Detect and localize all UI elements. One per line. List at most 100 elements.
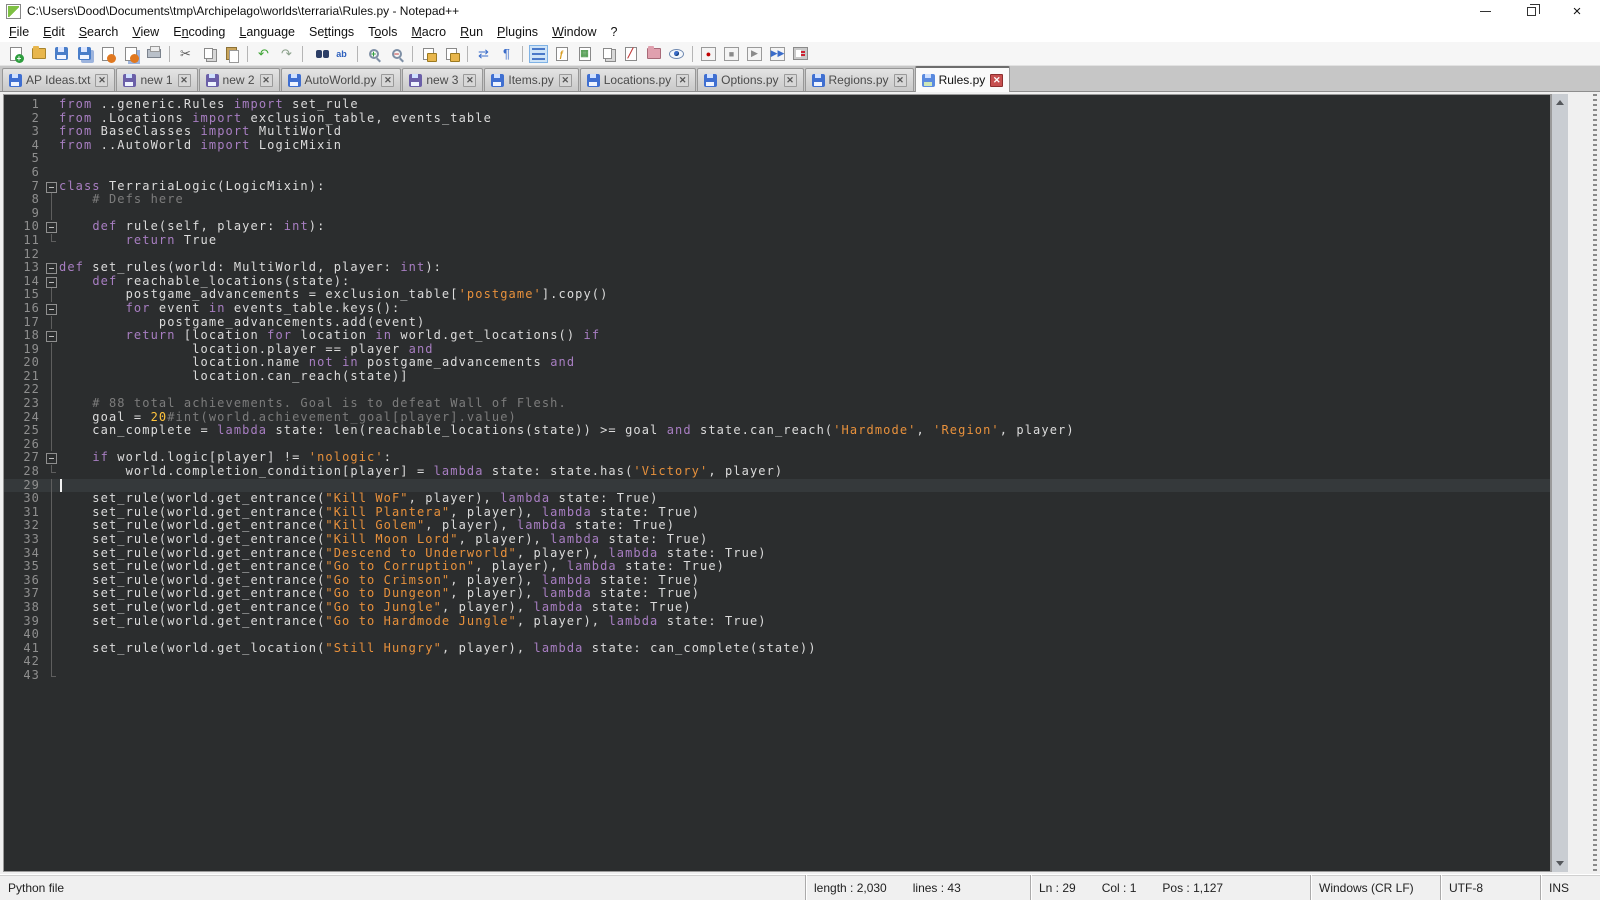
menu-?[interactable]: ?	[604, 23, 625, 41]
tab-new-3[interactable]: new 3✕	[402, 68, 483, 91]
tab-close-icon[interactable]: ✕	[178, 74, 191, 87]
print-icon[interactable]	[144, 45, 163, 63]
code-line-36[interactable]: 36 set_rule(world.get_entrance("Go to Cr…	[4, 574, 1550, 588]
code-line-41[interactable]: 41 set_rule(world.get_location("Still Hu…	[4, 642, 1550, 656]
save-all-icon[interactable]	[75, 45, 94, 63]
sync-horizontal-scroll-icon[interactable]	[442, 45, 461, 63]
code-line-31[interactable]: 31 set_rule(world.get_entrance("Kill Pla…	[4, 506, 1550, 520]
code-line-42[interactable]: 42	[4, 655, 1550, 669]
tab-close-icon[interactable]: ✕	[894, 74, 907, 87]
tab-close-icon[interactable]: ✕	[990, 74, 1003, 87]
fold-collapse-icon[interactable]	[44, 302, 59, 316]
fold-collapse-icon[interactable]	[44, 220, 59, 234]
macro-play-icon[interactable]: ▶	[745, 45, 764, 63]
status-eol-format[interactable]: Windows (CR LF)	[1310, 875, 1440, 900]
code-line-38[interactable]: 38 set_rule(world.get_entrance("Go to Ju…	[4, 601, 1550, 615]
fold-collapse-icon[interactable]	[44, 180, 59, 194]
macro-record-icon[interactable]: ●	[699, 45, 718, 63]
code-line-9[interactable]: 9	[4, 207, 1550, 221]
menu-settings[interactable]: Settings	[302, 23, 361, 41]
restore-button[interactable]	[1508, 0, 1554, 22]
tab-regions-py[interactable]: Regions.py✕	[805, 68, 914, 91]
menu-file[interactable]: File	[2, 23, 36, 41]
show-all-chars-icon[interactable]: ¶	[497, 45, 516, 63]
function-list-icon[interactable]: ƒ	[552, 45, 571, 63]
menu-run[interactable]: Run	[453, 23, 490, 41]
document-list-icon[interactable]	[598, 45, 617, 63]
menu-tools[interactable]: Tools	[361, 23, 404, 41]
tab-close-icon[interactable]: ✕	[676, 74, 689, 87]
code-line-17[interactable]: 17 postgame_advancements.add(event)	[4, 316, 1550, 330]
undo-icon[interactable]: ↶	[254, 45, 273, 63]
zoom-out-icon[interactable]: −	[387, 45, 406, 63]
tab-items-py[interactable]: Items.py✕	[484, 68, 578, 91]
menu-macro[interactable]: Macro	[404, 23, 453, 41]
paste-icon[interactable]	[222, 45, 241, 63]
code-line-23[interactable]: 23 # 88 total achievements. Goal is to d…	[4, 397, 1550, 411]
code-line-13[interactable]: 13def set_rules(world: MultiWorld, playe…	[4, 261, 1550, 275]
menu-plugins[interactable]: Plugins	[490, 23, 545, 41]
indent-guide-icon[interactable]	[529, 45, 548, 63]
copy-icon[interactable]	[199, 45, 218, 63]
code-line-11[interactable]: 11 return True	[4, 234, 1550, 248]
status-insert-mode[interactable]: INS	[1540, 875, 1600, 900]
document-map-icon[interactable]: ▦	[575, 45, 594, 63]
folder-as-workspace-icon[interactable]	[644, 45, 663, 63]
tab-close-icon[interactable]: ✕	[463, 74, 476, 87]
tab-close-icon[interactable]: ✕	[95, 74, 108, 87]
tab-close-icon[interactable]: ✕	[784, 74, 797, 87]
tab-close-icon[interactable]: ✕	[559, 74, 572, 87]
replace-icon[interactable]: ab	[332, 45, 351, 63]
fold-collapse-icon[interactable]	[44, 275, 59, 289]
redo-icon[interactable]: ↷	[277, 45, 296, 63]
status-encoding[interactable]: UTF-8	[1440, 875, 1540, 900]
code-line-39[interactable]: 39 set_rule(world.get_entrance("Go to Ha…	[4, 615, 1550, 629]
tab-new-2[interactable]: new 2✕	[199, 68, 280, 91]
code-line-22[interactable]: 22	[4, 383, 1550, 397]
code-line-5[interactable]: 5	[4, 152, 1550, 166]
code-line-1[interactable]: 1from ..generic.Rules import set_rule	[4, 98, 1550, 112]
menu-view[interactable]: View	[125, 23, 166, 41]
code-line-14[interactable]: 14 def reachable_locations(state):	[4, 275, 1550, 289]
find-icon[interactable]	[309, 45, 328, 63]
code-line-37[interactable]: 37 set_rule(world.get_entrance("Go to Du…	[4, 587, 1550, 601]
code-line-28[interactable]: 28 world.completion_condition[player] = …	[4, 465, 1550, 479]
code-line-24[interactable]: 24 goal = 20#int(world.achievement_goal[…	[4, 411, 1550, 425]
tab-close-icon[interactable]: ✕	[381, 74, 394, 87]
code-line-34[interactable]: 34 set_rule(world.get_entrance("Descend …	[4, 547, 1550, 561]
code-line-18[interactable]: 18 return [location for location in worl…	[4, 329, 1550, 343]
code-line-30[interactable]: 30 set_rule(world.get_entrance("Kill WoF…	[4, 492, 1550, 506]
tab-close-icon[interactable]: ✕	[260, 74, 273, 87]
menu-search[interactable]: Search	[72, 23, 126, 41]
code-line-27[interactable]: 27 if world.logic[player] != 'nologic':	[4, 451, 1550, 465]
tab-new-1[interactable]: new 1✕	[116, 68, 197, 91]
code-line-3[interactable]: 3from BaseClasses import MultiWorld	[4, 125, 1550, 139]
menu-edit[interactable]: Edit	[36, 23, 72, 41]
menu-encoding[interactable]: Encoding	[166, 23, 232, 41]
vertical-scrollbar[interactable]	[1551, 94, 1568, 872]
macro-stop-icon[interactable]: ■	[722, 45, 741, 63]
close-button[interactable]: ×	[1554, 0, 1600, 22]
code-line-40[interactable]: 40	[4, 628, 1550, 642]
tab-autoworld-py[interactable]: AutoWorld.py✕	[281, 68, 402, 91]
code-line-15[interactable]: 15 postgame_advancements = exclusion_tab…	[4, 288, 1550, 302]
scroll-up-button[interactable]	[1552, 94, 1568, 111]
code-line-26[interactable]: 26	[4, 438, 1550, 452]
menu-language[interactable]: Language	[232, 23, 302, 41]
code-line-4[interactable]: 4from ..AutoWorld import LogicMixin	[4, 139, 1550, 153]
code-line-6[interactable]: 6	[4, 166, 1550, 180]
tab-ap-ideas-txt[interactable]: AP Ideas.txt✕	[2, 68, 115, 91]
tab-locations-py[interactable]: Locations.py✕	[580, 68, 696, 91]
code-line-33[interactable]: 33 set_rule(world.get_entrance("Kill Moo…	[4, 533, 1550, 547]
close-doc-icon[interactable]	[98, 45, 117, 63]
word-wrap-icon[interactable]: ⇄	[474, 45, 493, 63]
zoom-in-icon[interactable]: +	[364, 45, 383, 63]
code-line-7[interactable]: 7class TerrariaLogic(LogicMixin):	[4, 180, 1550, 194]
save-icon[interactable]	[52, 45, 71, 63]
tab-options-py[interactable]: Options.py✕	[697, 68, 803, 91]
new-file-icon[interactable]: +	[6, 45, 25, 63]
sync-vertical-scroll-icon[interactable]	[419, 45, 438, 63]
menu-window[interactable]: Window	[545, 23, 603, 41]
close-all-docs-icon[interactable]	[121, 45, 140, 63]
open-folder-icon[interactable]	[29, 45, 48, 63]
